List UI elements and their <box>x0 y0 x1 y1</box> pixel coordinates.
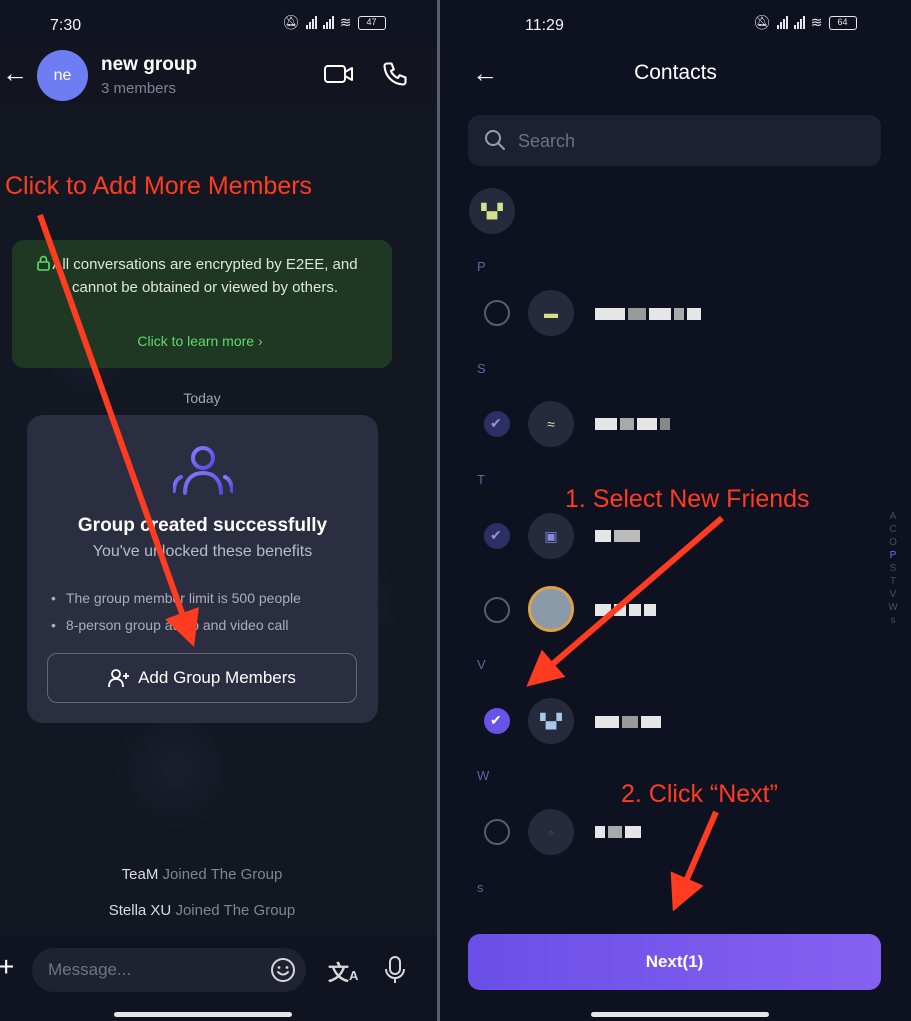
contact-avatar[interactable]: ▣ <box>528 513 574 559</box>
add-user-icon <box>108 669 130 688</box>
check-icon: ✔ <box>490 415 502 431</box>
alphabet-index[interactable]: A C O P S T V W s <box>886 510 900 627</box>
contact-checkbox-selected[interactable]: ✔ <box>484 411 510 437</box>
contact-avatar[interactable]: ▚▞ <box>469 188 515 234</box>
message-composer: + 文A <box>0 935 437 1021</box>
signal-icon <box>305 16 317 29</box>
contact-checkbox[interactable] <box>484 819 510 845</box>
group-avatar[interactable]: ne <box>37 50 88 101</box>
chat-header: ← ne new group 3 members <box>0 44 437 106</box>
plus-icon[interactable]: + <box>0 951 14 983</box>
section-header: s <box>477 880 484 895</box>
contact-checkbox[interactable] <box>484 597 510 623</box>
contact-avatar[interactable]: ◦ <box>528 809 574 855</box>
contact-avatar[interactable] <box>528 586 574 632</box>
status-time: 7:30 <box>50 17 82 34</box>
page-title: Contacts <box>634 61 717 84</box>
date-divider: Today <box>183 390 221 406</box>
contact-name-redacted[interactable] <box>595 528 640 544</box>
section-header: W <box>477 768 490 783</box>
signal-icon <box>776 16 788 29</box>
alpha-index-letter[interactable]: C <box>886 523 900 536</box>
alpha-index-letter[interactable]: V <box>886 588 900 601</box>
add-group-members-button[interactable]: Add Group Members <box>47 653 357 703</box>
check-icon: ✔ <box>490 527 502 543</box>
alpha-index-letter[interactable]: W <box>886 601 900 614</box>
wifi-icon: ≋ <box>339 14 352 30</box>
contacts-screen: 11:29 🔕︎ ≋ 64 ← Contacts ▚▞ P ▬ S ✔ ≈ T … <box>440 0 911 1021</box>
contact-name-redacted[interactable] <box>595 602 656 618</box>
mute-icon: 🔕︎ <box>282 14 300 30</box>
translate-icon[interactable]: 文A <box>328 957 358 987</box>
section-header: S <box>477 361 486 376</box>
member-count: 3 members <box>101 80 177 97</box>
phone-call-icon[interactable] <box>381 60 409 88</box>
join-notice: TeaM Joined The Group <box>0 866 404 883</box>
wifi-icon: ≋ <box>810 14 823 30</box>
contact-name-redacted[interactable] <box>595 416 670 432</box>
mute-icon: 🔕︎ <box>753 14 771 30</box>
group-created-card: Group created successfully You've unlock… <box>27 415 378 723</box>
contact-name-redacted[interactable] <box>595 824 641 840</box>
search-bar <box>468 115 881 166</box>
group-icon <box>173 446 233 495</box>
section-header: T <box>477 472 485 487</box>
annotation-select-friends: 1. Select New Friends <box>565 485 810 513</box>
alpha-index-letter[interactable]: O <box>886 536 900 549</box>
emoji-icon[interactable] <box>270 957 296 983</box>
joined-text: Joined The Group <box>162 866 283 883</box>
contact-avatar[interactable]: ▬ <box>528 290 574 336</box>
next-button[interactable]: Next(1) <box>468 934 881 990</box>
section-header: V <box>477 657 486 672</box>
status-bar: 11:29 🔕︎ ≋ 64 <box>440 0 911 52</box>
message-input-wrap <box>32 948 306 992</box>
contact-checkbox-selected[interactable]: ✔ <box>484 523 510 549</box>
alpha-index-letter[interactable]: S <box>886 562 900 575</box>
battery-icon: 64 <box>828 15 857 30</box>
learn-more-link[interactable]: Click to learn more › <box>60 333 340 349</box>
home-indicator <box>591 1012 769 1017</box>
search-input[interactable] <box>518 128 848 154</box>
back-arrow-icon[interactable]: ← <box>2 58 28 89</box>
alpha-index-letter[interactable]: s <box>886 614 900 627</box>
check-icon: ✔ <box>490 712 502 728</box>
message-input[interactable] <box>48 958 258 982</box>
search-icon <box>485 130 505 150</box>
chat-screen: 7:30 🔕︎ ≋ 47 ← ne new group 3 members Cl… <box>0 0 437 1021</box>
battery-icon: 47 <box>357 15 386 30</box>
contact-avatar[interactable]: ▚▞ <box>528 698 574 744</box>
status-icons: 🔕︎ ≋ 64 <box>753 14 857 31</box>
annotation-add-members: Click to Add More Members <box>5 172 313 200</box>
add-group-members-label: Add Group Members <box>138 668 296 687</box>
section-header: P <box>477 259 486 274</box>
video-call-icon[interactable] <box>323 62 355 86</box>
contact-name-redacted[interactable] <box>595 306 701 322</box>
join-notice: Stella XU Joined The Group <box>0 902 404 919</box>
benefit-item: 8-person group audio and video call <box>51 612 301 639</box>
contact-checkbox[interactable] <box>484 300 510 326</box>
benefit-list: The group member limit is 500 people 8-p… <box>51 585 301 639</box>
signal-icon <box>793 16 805 29</box>
chat-title[interactable]: new group <box>101 54 197 76</box>
alpha-index-letter[interactable]: A <box>886 510 900 523</box>
alpha-index-letter-active[interactable]: P <box>886 549 900 562</box>
contact-name-redacted[interactable] <box>595 714 661 730</box>
annotation-click-next: 2. Click “Next” <box>621 780 778 808</box>
card-title: Group created successfully <box>77 515 328 536</box>
contact-avatar[interactable]: ≈ <box>528 401 574 447</box>
benefit-item: The group member limit is 500 people <box>51 585 301 612</box>
status-time: 11:29 <box>525 17 564 34</box>
e2ee-text: All conversations are encrypted by E2EE,… <box>52 256 358 296</box>
card-subtitle: You've unlocked these benefits <box>92 543 313 560</box>
joined-member-name: TeaM <box>121 866 159 883</box>
alpha-index-letter[interactable]: T <box>886 575 900 588</box>
joined-text: Joined The Group <box>175 902 296 919</box>
microphone-icon[interactable] <box>383 955 407 985</box>
signal-icon <box>322 16 334 29</box>
status-icons: 🔕︎ ≋ 47 <box>282 14 386 31</box>
contact-checkbox-selected[interactable]: ✔ <box>484 708 510 734</box>
joined-member-name: Stella XU <box>108 902 172 919</box>
home-indicator <box>114 1012 292 1017</box>
